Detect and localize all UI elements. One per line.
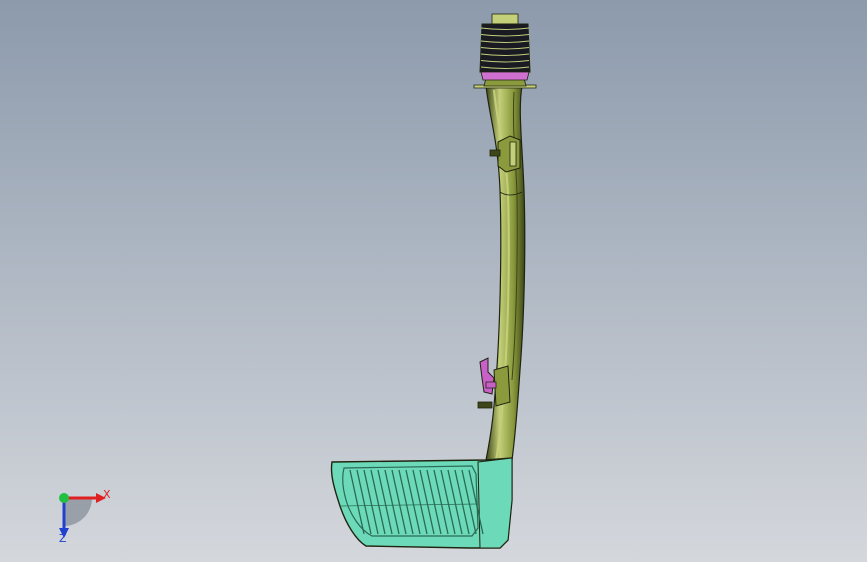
upper-bracket[interactable]	[489, 135, 521, 173]
x-axis-label: X	[103, 488, 111, 501]
3d-viewport[interactable]: X Z	[0, 0, 867, 562]
z-axis-label: Z	[59, 532, 67, 545]
air-intake-snorkel-model[interactable]	[0, 0, 867, 562]
snorkel-head[interactable]	[330, 457, 513, 549]
orientation-triad[interactable]: X Z	[40, 478, 120, 548]
bellows-filter[interactable]	[479, 13, 531, 81]
